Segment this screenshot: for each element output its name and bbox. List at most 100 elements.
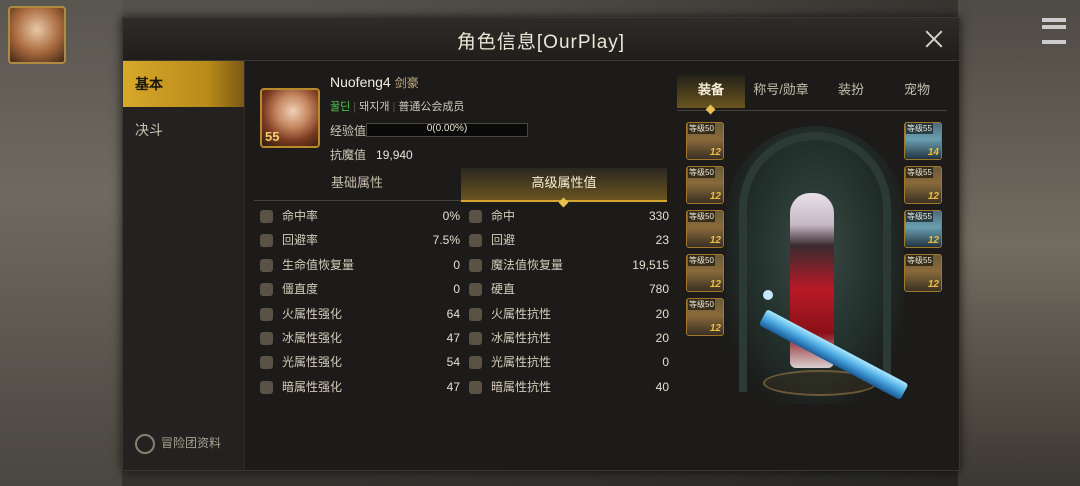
stat-row: 回避率 7.5% [260, 228, 460, 252]
character-name-line: Nuofeng4 剑豪 [330, 74, 419, 91]
equipment-tabs: 装备 称号/勋章 装扮 宠物 [677, 74, 947, 111]
stat-tabs: 基础属性 高级属性值 [254, 168, 667, 202]
stat-row: 暗属性抗性 40 [469, 375, 669, 399]
stat-row: 火属性强化 64 [260, 302, 460, 326]
stat-name: 暗属性强化 [282, 379, 343, 394]
stat-row: 回避 23 [469, 228, 669, 252]
nav-item-duel[interactable]: 决斗 [123, 107, 244, 153]
stat-value: 330 [648, 209, 669, 223]
stat-value: 54 [446, 355, 460, 370]
stat-icon [469, 356, 482, 370]
equipment-slot[interactable]: 等级55 12 [904, 254, 942, 292]
stat-icon [469, 283, 482, 297]
resist-value: 19,940 [376, 148, 413, 162]
stat-icon [469, 258, 482, 272]
stat-value: 23 [655, 233, 669, 248]
stat-icon [469, 380, 482, 394]
stat-name: 生命值恢复量 [282, 257, 355, 272]
stat-row: 冰属性抗性 20 [469, 326, 669, 350]
adventure-team-label: 冒险团资料 [161, 436, 222, 450]
equipment-level: 等级50 [688, 299, 715, 310]
tab-equipment[interactable]: 装备 [677, 74, 745, 108]
tab-titles-medals[interactable]: 称号/勋章 [743, 74, 819, 108]
stat-icon [260, 331, 273, 345]
stat-icon [260, 234, 273, 248]
tab-basic-stats[interactable]: 基础属性 [254, 168, 460, 200]
stat-icon [469, 210, 482, 223]
tab-pet[interactable]: 宠物 [883, 74, 951, 108]
character-level: 55 [265, 129, 280, 144]
equipment-slot[interactable]: 等级50 12 [686, 210, 724, 248]
hud-portrait[interactable] [8, 6, 66, 64]
equipment-upgrade: 12 [709, 147, 721, 158]
equipment-level: 等级55 [906, 123, 933, 134]
stat-value: 20 [655, 306, 669, 321]
stat-name: 光属性强化 [282, 355, 343, 370]
stat-row: 光属性抗性 0 [469, 350, 669, 374]
equipment-slot[interactable]: 等级50 12 [686, 298, 724, 336]
guild-name: 돼지개 [359, 101, 390, 113]
stat-row: 暗属性强化 47 [260, 375, 460, 399]
hud-menu-icon[interactable] [1042, 18, 1066, 44]
stat-icon [260, 210, 273, 223]
stat-icon [469, 331, 482, 345]
equipment-level: 等级55 [906, 211, 933, 222]
equipment-level: 等级55 [906, 167, 933, 178]
stat-value: 0 [453, 257, 460, 272]
stat-icon [260, 307, 273, 321]
stat-value: 47 [446, 379, 460, 394]
equipment-upgrade: 12 [709, 323, 721, 334]
stat-icon [260, 380, 273, 394]
stat-name: 僵直度 [282, 282, 319, 297]
character-name: Nuofeng4 [330, 74, 391, 90]
equipment-upgrade: 12 [709, 191, 721, 202]
titlebar: 角色信息[OurPlay] [123, 18, 959, 61]
stat-name: 硬直 [491, 282, 516, 297]
character-info-panel: 角色信息[OurPlay] 基本 决斗 冒险团资料 55 Nuofeng4 剑豪 … [122, 17, 960, 471]
exp-text: 0(0.00%) [426, 123, 468, 134]
stat-icon [260, 356, 273, 370]
equipment-slot[interactable]: 等级55 12 [904, 210, 942, 248]
stat-name: 回避 [491, 233, 516, 248]
stat-icon [260, 258, 273, 272]
equipment-upgrade: 14 [927, 147, 939, 158]
guild-role: 普通公会成员 [398, 101, 465, 113]
adventure-team-button[interactable]: 冒险团资料 [135, 430, 221, 456]
equipment-level: 等级50 [688, 123, 715, 134]
exp-bar: 0(0.00%) [366, 123, 528, 137]
stat-value: 40 [655, 379, 669, 394]
tab-avatar[interactable]: 装扮 [817, 74, 885, 108]
stat-row: 命中 330 [469, 204, 669, 228]
adventure-team-icon [135, 433, 155, 454]
equipment-upgrade: 12 [927, 191, 939, 202]
stat-row: 硬直 780 [469, 277, 669, 301]
character-tag: 꿀딘 [330, 101, 351, 113]
sword-hilt [763, 290, 773, 300]
close-icon[interactable] [919, 24, 949, 54]
equipment-upgrade: 12 [709, 279, 721, 290]
equipment-slot[interactable]: 等级50 12 [686, 254, 724, 292]
stat-icon [469, 307, 482, 321]
stats-right-column: 命中 330 回避 23 魔法值恢复量 19,515 硬直 780 火属性抗性 20 冰属性抗性 20… [469, 204, 669, 399]
nav-item-basic[interactable]: 基本 [123, 61, 244, 107]
equipment-slot[interactable]: 等级55 12 [904, 166, 942, 204]
stat-row: 命中率 0% [260, 204, 460, 228]
side-nav: 基本 决斗 冒险团资料 [123, 61, 245, 470]
equipment-level: 等级50 [688, 167, 715, 178]
equipment-slot[interactable]: 等级55 14 [904, 122, 942, 160]
stat-icon [469, 234, 482, 248]
resist-label: 抗魔值 [330, 148, 367, 162]
stat-row: 光属性强化 54 [260, 350, 460, 374]
stat-icon [260, 283, 273, 297]
stat-name: 冰属性抗性 [491, 330, 552, 345]
stat-name: 暗属性抗性 [491, 379, 552, 394]
equipment-slot[interactable]: 等级50 12 [686, 166, 724, 204]
stat-row: 冰属性强化 47 [260, 326, 460, 350]
stat-name: 光属性抗性 [491, 355, 552, 370]
equipment-level: 等级50 [688, 255, 715, 266]
tab-advanced-stats[interactable]: 高级属性值 [461, 168, 667, 202]
background-right [958, 0, 1080, 486]
equipment-slot[interactable]: 等级50 12 [686, 122, 724, 160]
window-title: 角色信息[OurPlay] [456, 32, 626, 53]
equipment-level: 等级50 [688, 211, 715, 222]
